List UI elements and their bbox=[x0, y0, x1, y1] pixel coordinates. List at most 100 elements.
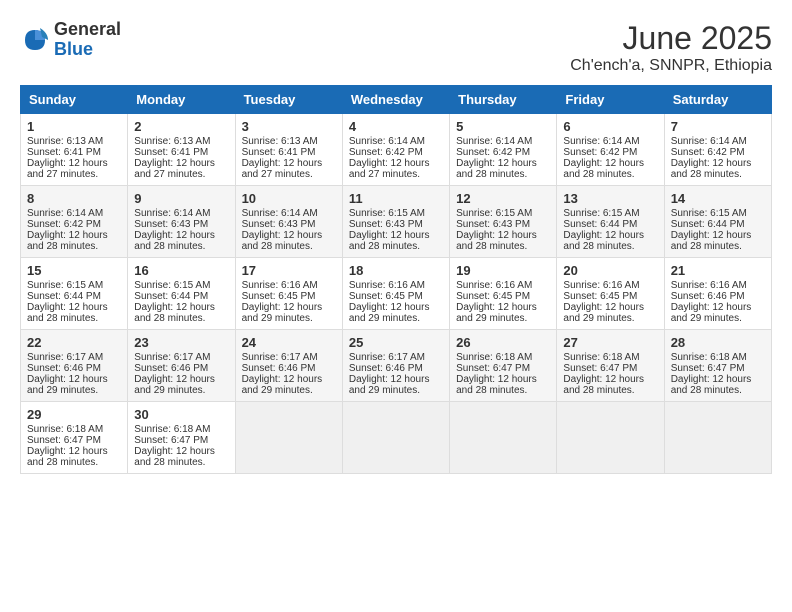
daylight-minutes: and 28 minutes. bbox=[563, 169, 634, 180]
daylight-minutes: and 29 minutes. bbox=[563, 313, 634, 324]
daylight-label: Daylight: 12 hours bbox=[671, 302, 752, 313]
page-subtitle: Ch'ench'a, SNNPR, Ethiopia bbox=[570, 57, 772, 75]
sunset-label: Sunset: 6:47 PM bbox=[456, 363, 530, 374]
sunset-label: Sunset: 6:42 PM bbox=[671, 147, 745, 158]
sunrise-label: Sunrise: 6:17 AM bbox=[27, 352, 103, 363]
sunset-label: Sunset: 6:46 PM bbox=[134, 363, 208, 374]
day-number: 16 bbox=[134, 263, 228, 278]
sunset-label: Sunset: 6:47 PM bbox=[671, 363, 745, 374]
sunrise-label: Sunrise: 6:16 AM bbox=[671, 280, 747, 291]
calendar-cell: 6 Sunrise: 6:14 AM Sunset: 6:42 PM Dayli… bbox=[557, 114, 664, 186]
daylight-label: Daylight: 12 hours bbox=[242, 230, 323, 241]
daylight-label: Daylight: 12 hours bbox=[134, 374, 215, 385]
day-number: 3 bbox=[242, 119, 336, 134]
daylight-minutes: and 27 minutes. bbox=[242, 169, 313, 180]
day-number: 9 bbox=[134, 191, 228, 206]
calendar-week-row: 22 Sunrise: 6:17 AM Sunset: 6:46 PM Dayl… bbox=[21, 330, 772, 402]
calendar-cell: 5 Sunrise: 6:14 AM Sunset: 6:42 PM Dayli… bbox=[450, 114, 557, 186]
sunset-label: Sunset: 6:45 PM bbox=[349, 291, 423, 302]
calendar-cell: 7 Sunrise: 6:14 AM Sunset: 6:42 PM Dayli… bbox=[664, 114, 771, 186]
sunrise-label: Sunrise: 6:13 AM bbox=[242, 136, 318, 147]
daylight-label: Daylight: 12 hours bbox=[456, 302, 537, 313]
daylight-label: Daylight: 12 hours bbox=[563, 158, 644, 169]
sunrise-label: Sunrise: 6:15 AM bbox=[563, 208, 639, 219]
sunset-label: Sunset: 6:43 PM bbox=[134, 219, 208, 230]
sunset-label: Sunset: 6:42 PM bbox=[27, 219, 101, 230]
daylight-label: Daylight: 12 hours bbox=[456, 158, 537, 169]
daylight-label: Daylight: 12 hours bbox=[349, 158, 430, 169]
sunrise-label: Sunrise: 6:18 AM bbox=[671, 352, 747, 363]
daylight-minutes: and 29 minutes. bbox=[242, 313, 313, 324]
daylight-minutes: and 28 minutes. bbox=[27, 241, 98, 252]
daylight-label: Daylight: 12 hours bbox=[27, 446, 108, 457]
calendar-cell: 17 Sunrise: 6:16 AM Sunset: 6:45 PM Dayl… bbox=[235, 258, 342, 330]
daylight-minutes: and 28 minutes. bbox=[134, 241, 205, 252]
sunset-label: Sunset: 6:43 PM bbox=[242, 219, 316, 230]
sunrise-label: Sunrise: 6:18 AM bbox=[456, 352, 532, 363]
day-header-monday: Monday bbox=[128, 86, 235, 114]
day-number: 10 bbox=[242, 191, 336, 206]
logo-icon bbox=[20, 25, 50, 55]
calendar-cell bbox=[235, 402, 342, 474]
calendar-cell: 11 Sunrise: 6:15 AM Sunset: 6:43 PM Dayl… bbox=[342, 186, 449, 258]
sunrise-label: Sunrise: 6:16 AM bbox=[349, 280, 425, 291]
calendar-cell bbox=[557, 402, 664, 474]
sunset-label: Sunset: 6:46 PM bbox=[242, 363, 316, 374]
page-header: General Blue June 2025 Ch'ench'a, SNNPR,… bbox=[20, 20, 772, 75]
calendar-cell: 21 Sunrise: 6:16 AM Sunset: 6:46 PM Dayl… bbox=[664, 258, 771, 330]
daylight-label: Daylight: 12 hours bbox=[456, 374, 537, 385]
calendar-week-row: 1 Sunrise: 6:13 AM Sunset: 6:41 PM Dayli… bbox=[21, 114, 772, 186]
daylight-label: Daylight: 12 hours bbox=[242, 374, 323, 385]
sunrise-label: Sunrise: 6:13 AM bbox=[27, 136, 103, 147]
sunrise-label: Sunrise: 6:13 AM bbox=[134, 136, 210, 147]
day-number: 25 bbox=[349, 335, 443, 350]
daylight-minutes: and 29 minutes. bbox=[349, 385, 420, 396]
sunrise-label: Sunrise: 6:14 AM bbox=[563, 136, 639, 147]
day-number: 7 bbox=[671, 119, 765, 134]
calendar-cell: 20 Sunrise: 6:16 AM Sunset: 6:45 PM Dayl… bbox=[557, 258, 664, 330]
title-block: June 2025 Ch'ench'a, SNNPR, Ethiopia bbox=[570, 20, 772, 75]
day-header-thursday: Thursday bbox=[450, 86, 557, 114]
day-header-sunday: Sunday bbox=[21, 86, 128, 114]
day-number: 11 bbox=[349, 191, 443, 206]
daylight-minutes: and 29 minutes. bbox=[134, 385, 205, 396]
daylight-minutes: and 29 minutes. bbox=[242, 385, 313, 396]
daylight-label: Daylight: 12 hours bbox=[27, 374, 108, 385]
daylight-label: Daylight: 12 hours bbox=[349, 302, 430, 313]
sunrise-label: Sunrise: 6:16 AM bbox=[456, 280, 532, 291]
logo-general: General bbox=[54, 20, 121, 40]
day-header-saturday: Saturday bbox=[664, 86, 771, 114]
sunrise-label: Sunrise: 6:14 AM bbox=[27, 208, 103, 219]
daylight-minutes: and 28 minutes. bbox=[563, 385, 634, 396]
calendar-cell: 8 Sunrise: 6:14 AM Sunset: 6:42 PM Dayli… bbox=[21, 186, 128, 258]
day-number: 29 bbox=[27, 407, 121, 422]
daylight-label: Daylight: 12 hours bbox=[349, 230, 430, 241]
day-number: 23 bbox=[134, 335, 228, 350]
daylight-minutes: and 29 minutes. bbox=[27, 385, 98, 396]
calendar-cell: 12 Sunrise: 6:15 AM Sunset: 6:43 PM Dayl… bbox=[450, 186, 557, 258]
sunset-label: Sunset: 6:42 PM bbox=[563, 147, 637, 158]
daylight-minutes: and 28 minutes. bbox=[671, 241, 742, 252]
calendar-cell: 4 Sunrise: 6:14 AM Sunset: 6:42 PM Dayli… bbox=[342, 114, 449, 186]
daylight-minutes: and 28 minutes. bbox=[563, 241, 634, 252]
calendar-header-row: SundayMondayTuesdayWednesdayThursdayFrid… bbox=[21, 86, 772, 114]
logo-text: General Blue bbox=[54, 20, 121, 60]
sunset-label: Sunset: 6:45 PM bbox=[563, 291, 637, 302]
day-number: 19 bbox=[456, 263, 550, 278]
calendar-week-row: 15 Sunrise: 6:15 AM Sunset: 6:44 PM Dayl… bbox=[21, 258, 772, 330]
sunrise-label: Sunrise: 6:15 AM bbox=[27, 280, 103, 291]
sunrise-label: Sunrise: 6:17 AM bbox=[242, 352, 318, 363]
sunset-label: Sunset: 6:44 PM bbox=[134, 291, 208, 302]
sunset-label: Sunset: 6:42 PM bbox=[456, 147, 530, 158]
sunrise-label: Sunrise: 6:17 AM bbox=[349, 352, 425, 363]
sunset-label: Sunset: 6:47 PM bbox=[563, 363, 637, 374]
calendar-week-row: 29 Sunrise: 6:18 AM Sunset: 6:47 PM Dayl… bbox=[21, 402, 772, 474]
sunset-label: Sunset: 6:41 PM bbox=[27, 147, 101, 158]
daylight-label: Daylight: 12 hours bbox=[349, 374, 430, 385]
daylight-minutes: and 29 minutes. bbox=[456, 313, 527, 324]
daylight-minutes: and 28 minutes. bbox=[456, 241, 527, 252]
daylight-minutes: and 28 minutes. bbox=[456, 385, 527, 396]
daylight-label: Daylight: 12 hours bbox=[671, 374, 752, 385]
calendar-cell: 23 Sunrise: 6:17 AM Sunset: 6:46 PM Dayl… bbox=[128, 330, 235, 402]
daylight-minutes: and 29 minutes. bbox=[349, 313, 420, 324]
